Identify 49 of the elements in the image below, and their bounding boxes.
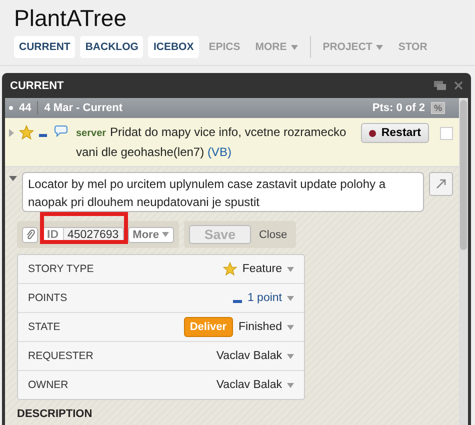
restart-button[interactable]: Restart [361,123,429,143]
expand-button[interactable] [429,172,453,196]
select-checkbox[interactable] [440,127,453,140]
expand-icon[interactable] [9,129,14,137]
field-label: OWNER [28,379,68,391]
comment-icon [54,125,68,137]
caret-icon [376,44,384,50]
field-label: STATE [28,321,60,333]
star-icon [19,125,34,140]
section-heading: DESCRIPTION [17,408,94,420]
description-field[interactable]: Locator by mel po urcitem uplynulem case zastavit update polohy a naopak pri dlouhem neupdatovani je spustit [22,172,424,212]
story-title: server Pridat do mapy vice info, vcetne rozramecko vani dle geohashe(len7) (VB) [76,124,348,161]
more-menu[interactable]: More [128,226,174,242]
project-title: PlantATree [14,4,128,32]
field-label: STORY TYPE [28,263,94,275]
field-dropdown[interactable]: Feature [223,262,294,276]
field-dropdown[interactable]: Vaclav Balak [216,350,294,362]
caret-icon [287,354,294,358]
caret-icon [287,382,294,388]
caret-icon [290,44,298,50]
field-dropdown[interactable]: Vaclav Balak [216,379,294,391]
bullet-icon [9,106,13,110]
panel-tab[interactable]: BACKLOG [80,36,144,58]
estimate-icon [39,134,47,137]
panel-tab[interactable]: ICEBOX [148,36,199,58]
attachment-button[interactable] [22,226,38,242]
caret-icon [162,232,169,237]
scrollbar[interactable] [459,98,468,425]
panels-icon[interactable] [434,81,446,90]
iteration-points: Pts: 0 of 2 [372,102,425,114]
iteration-dates: 4 Mar - Current [44,102,122,114]
arrow-icon [436,179,446,189]
paperclip-icon [26,229,34,240]
close-icon[interactable] [454,81,463,90]
collapse-icon[interactable] [9,176,17,181]
field-label: POINTS [28,292,68,304]
close-link[interactable]: Close [254,228,292,240]
field-dropdown[interactable]: 1 point [233,292,294,304]
caret-icon [287,296,294,300]
iteration-number: 44 [19,102,32,114]
estimate-icon [233,300,242,302]
field-label: REQUESTER [28,350,94,362]
caret-icon [287,324,294,330]
panel-title: CURRENT [10,80,64,92]
panel-tab[interactable]: CURRENT [14,36,76,58]
story-row[interactable]: server Pridat do mapy vice info, vcetne rozramecko vani dle geohashe(len7) (VB) Restart [5,118,459,167]
caret-icon [287,266,294,272]
star-icon [223,262,238,276]
field-dropdown[interactable]: Finished [238,321,294,333]
